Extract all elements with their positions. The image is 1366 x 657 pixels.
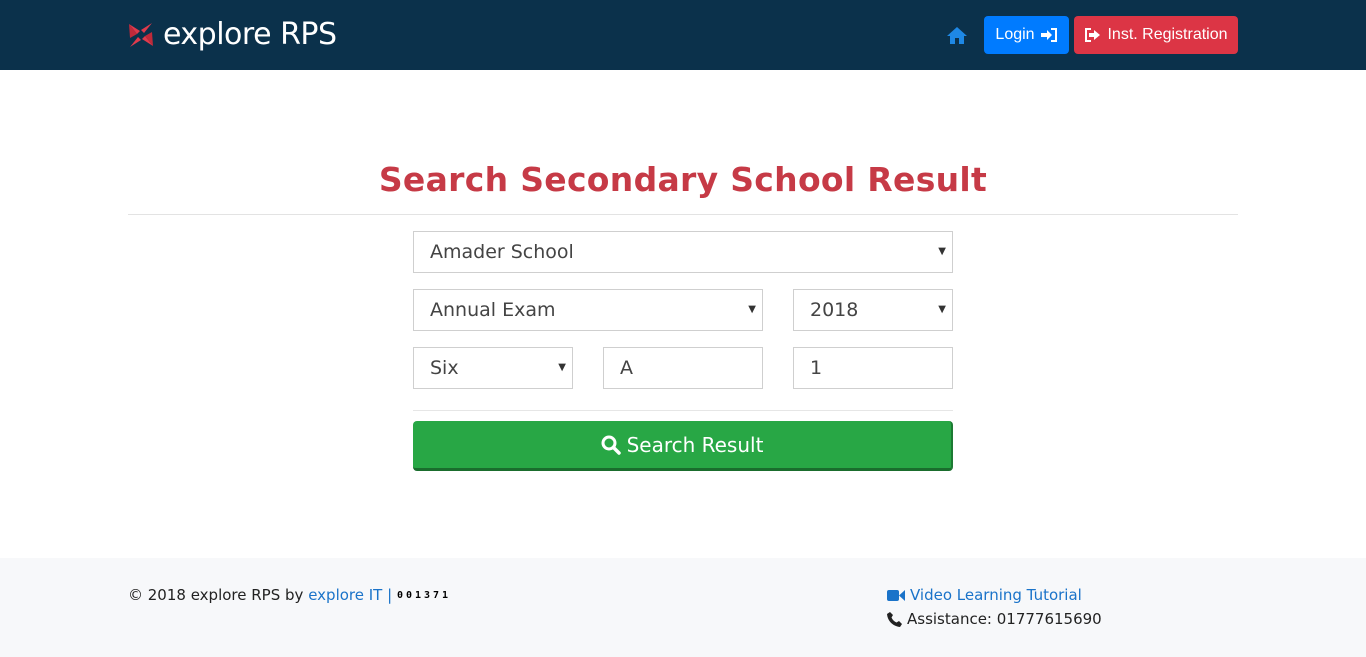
class-select[interactable]: Six ▼	[413, 347, 573, 389]
section-value: A	[620, 357, 633, 379]
section-input[interactable]: A	[603, 347, 763, 389]
home-icon[interactable]	[946, 25, 968, 45]
video-tutorial-link[interactable]: Video Learning Tutorial	[887, 586, 1082, 604]
footer: © 2018 explore RPS by explore IT | 00137…	[0, 558, 1366, 657]
year-select[interactable]: 2018 ▼	[793, 289, 953, 331]
roll-input[interactable]: 1	[793, 347, 953, 389]
registration-label: Inst. Registration	[1107, 26, 1228, 43]
search-result-label: Search Result	[626, 432, 764, 457]
school-value: Amader School	[430, 241, 574, 263]
title-divider	[128, 214, 1238, 215]
dropdown-caret-icon: ▼	[938, 246, 946, 257]
brand-name: explore RPS	[163, 17, 337, 52]
sign-out-icon	[1085, 28, 1101, 42]
top-navbar: explore RPS Login Inst. Registration	[0, 0, 1366, 70]
dropdown-caret-icon: ▼	[938, 304, 946, 315]
school-select[interactable]: Amader School ▼	[413, 231, 953, 273]
form-divider	[413, 410, 953, 411]
assistance: Assistance: 01777615690	[887, 610, 1102, 628]
brand[interactable]: explore RPS	[128, 18, 337, 52]
video-camera-icon	[887, 589, 905, 601]
login-label: Login	[995, 26, 1035, 43]
copyright: © 2018 explore RPS by explore IT | 00137…	[128, 586, 451, 604]
login-button[interactable]: Login	[984, 16, 1069, 54]
phone-icon	[887, 611, 902, 627]
sign-in-icon	[1040, 28, 1057, 42]
search-icon	[601, 435, 621, 455]
page-title: Search Secondary School Result	[378, 160, 988, 199]
institute-registration-button[interactable]: Inst. Registration	[1074, 16, 1238, 54]
assistance-text: Assistance: 01777615690	[907, 610, 1102, 628]
roll-value: 1	[810, 357, 823, 379]
class-value: Six	[430, 357, 459, 379]
copyright-text: © 2018 explore RPS by	[128, 586, 304, 604]
explore-it-link[interactable]: explore IT |	[308, 586, 392, 604]
visitor-counter: 001371	[396, 590, 452, 601]
year-value: 2018	[810, 299, 859, 321]
video-tutorial-label: Video Learning Tutorial	[910, 586, 1082, 604]
exam-select[interactable]: Annual Exam ▼	[413, 289, 763, 331]
dropdown-caret-icon: ▼	[558, 362, 566, 373]
search-result-button[interactable]: Search Result	[413, 421, 953, 471]
explore-logo-icon	[129, 23, 153, 47]
exam-value: Annual Exam	[430, 299, 556, 321]
dropdown-caret-icon: ▼	[748, 304, 756, 315]
